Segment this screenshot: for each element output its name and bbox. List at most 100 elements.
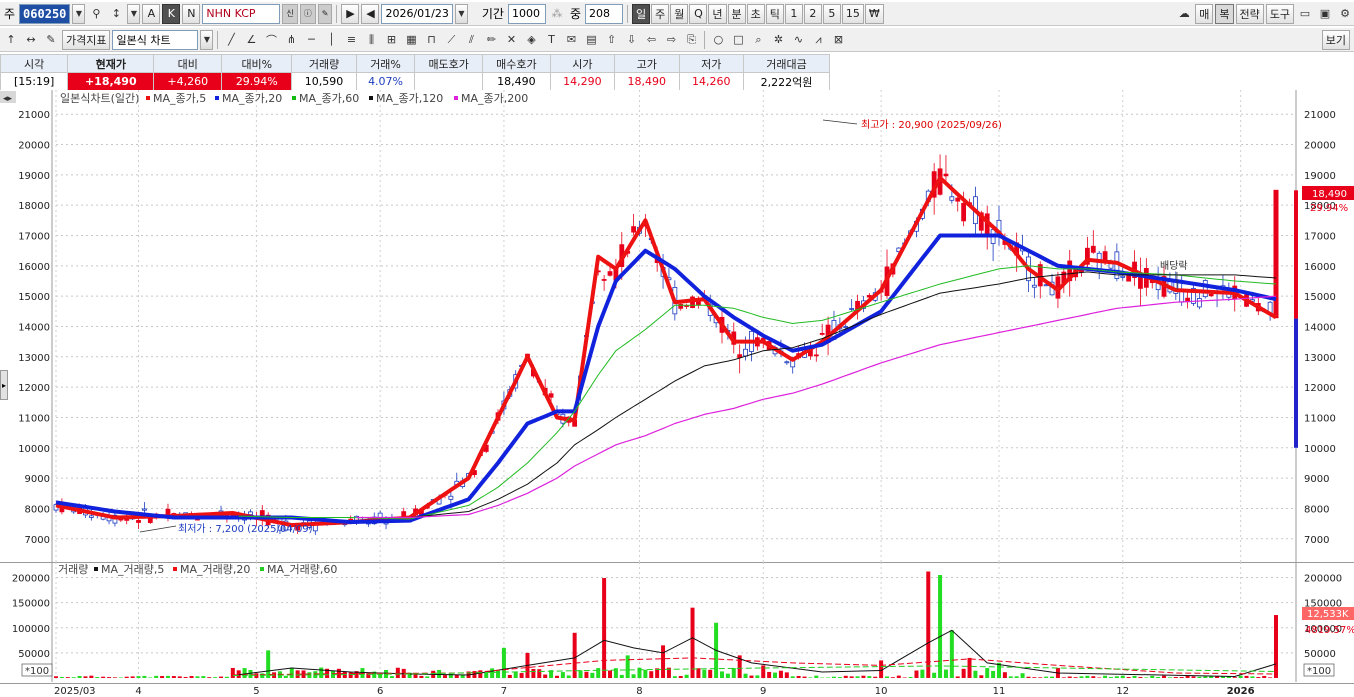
table-tool-icon[interactable]: ▦ xyxy=(402,30,420,50)
pan-icon[interactable]: ↔ xyxy=(22,30,40,50)
chart-type-dropdown-icon[interactable]: ▼ xyxy=(200,29,214,50)
memo-icon[interactable]: ✎ xyxy=(317,3,333,24)
strategy-menu[interactable]: 전략 xyxy=(1235,3,1264,24)
export-icon[interactable]: ⊠ xyxy=(829,30,847,50)
volume-bar xyxy=(943,669,948,678)
image-tool-icon[interactable]: ▤ xyxy=(582,30,600,50)
btn-n[interactable]: N xyxy=(182,3,201,24)
cycle-tool-icon[interactable]: ⊓ xyxy=(422,30,440,50)
price-indicator-button[interactable]: 가격지표 xyxy=(62,29,111,50)
text-tool-icon[interactable]: T xyxy=(542,30,560,50)
next-button[interactable]: ▶ xyxy=(341,3,360,24)
divider xyxy=(217,30,219,49)
y-tick-right: 13000 xyxy=(1304,353,1336,364)
cross-tool-icon[interactable]: ✕ xyxy=(502,30,520,50)
btn-k[interactable]: K xyxy=(162,3,181,24)
fan-tool-icon[interactable]: ⋔ xyxy=(282,30,300,50)
timeframe-button-9[interactable]: 2 xyxy=(803,3,822,24)
count-input[interactable]: 208 xyxy=(585,3,624,24)
x-tick-label: 10 xyxy=(875,686,888,697)
save-icon[interactable]: ▣ xyxy=(1316,4,1334,24)
link-icon[interactable]: 신 xyxy=(282,3,298,24)
timeframe-button-7[interactable]: 틱 xyxy=(765,3,784,24)
timeframe-button-1[interactable]: 주 xyxy=(651,3,670,24)
edit-icon[interactable]: ✎ xyxy=(42,30,60,50)
volume-bar xyxy=(1067,676,1072,678)
price-chart[interactable]: ◂▸ 7000 8000 9000 10000 11000 12000 13000 14000… xyxy=(0,90,1354,562)
tools-menu[interactable]: 도구 xyxy=(1265,3,1294,24)
y-tick-right: 7000 xyxy=(1304,535,1329,546)
trend-tool-icon[interactable]: ⟋ xyxy=(442,30,460,50)
sort-dropdown-icon[interactable]: ▼ xyxy=(127,3,141,24)
stock-name-field[interactable]: NHN KCP xyxy=(202,3,281,24)
search-icon[interactable]: ⚲ xyxy=(87,4,105,24)
header-amount: 거래대금 xyxy=(742,54,831,73)
quote-change: +4,260 xyxy=(153,72,223,91)
stock-code-dropdown-icon[interactable]: ▼ xyxy=(72,3,86,24)
volume-bar xyxy=(1132,675,1137,678)
wrench-icon[interactable]: ⚙ xyxy=(1336,4,1354,24)
view-button[interactable]: 보기 xyxy=(1321,29,1350,50)
folder-icon[interactable]: ▭ xyxy=(1296,4,1314,24)
timeframe-button-11[interactable]: 15 xyxy=(841,3,864,24)
grid-tool-icon[interactable]: ⊞ xyxy=(382,30,400,50)
volume-bar xyxy=(65,677,70,678)
candle-body xyxy=(955,197,961,202)
settings-icon[interactable]: ✲ xyxy=(769,30,787,50)
volume-bar xyxy=(1179,677,1184,678)
arrow-left-icon[interactable]: ⇦ xyxy=(642,30,660,50)
timeframe-button-2[interactable]: 월 xyxy=(670,3,689,24)
period-input[interactable]: 1000 xyxy=(507,3,546,24)
chart-type-select[interactable]: 일본식 차트 xyxy=(112,29,199,50)
channel-tool-icon[interactable]: ⫼ xyxy=(362,30,380,50)
btn-trade[interactable]: 매 xyxy=(1195,3,1214,24)
date-input[interactable]: 2026/01/23 xyxy=(381,3,453,24)
note-tool-icon[interactable]: ✉ xyxy=(562,30,580,50)
calendar-dropdown-icon[interactable]: ▼ xyxy=(454,3,468,24)
timeframe-button-8[interactable]: 1 xyxy=(784,3,803,24)
arrow-down-icon[interactable]: ⇩ xyxy=(622,30,640,50)
volume-bar xyxy=(519,673,524,678)
line-tool-icon[interactable]: ╱ xyxy=(222,30,240,50)
hline-tool-icon[interactable]: ─ xyxy=(302,30,320,50)
stock-code-input[interactable]: 060250 xyxy=(19,3,71,24)
volume-chart[interactable]: 50000 50000100000 100000150000 150000200000… xyxy=(0,562,1354,682)
btn-multi[interactable]: 복 xyxy=(1215,3,1234,24)
y-tick-left: 17000 xyxy=(18,232,50,243)
doc-icon[interactable]: ⎘ xyxy=(682,30,700,50)
pencil-tool-icon[interactable]: ✏ xyxy=(482,30,500,50)
timeframe-button-3[interactable]: Q xyxy=(689,3,708,24)
arc-tool-icon[interactable]: ⌒ xyxy=(262,30,280,50)
volume-bar xyxy=(454,675,459,678)
wave-icon[interactable]: ∿ xyxy=(789,30,807,50)
timeframe-button-6[interactable]: 초 xyxy=(746,3,765,24)
volume-bar xyxy=(537,669,542,678)
left-panel-grip-icon[interactable]: ▸ xyxy=(0,370,8,400)
prev-button[interactable]: ◀ xyxy=(361,3,380,24)
candle-body xyxy=(843,326,849,328)
vline-tool-icon[interactable]: │ xyxy=(322,30,340,50)
angle-tool-icon[interactable]: ∠ xyxy=(242,30,260,50)
rect-tool-icon[interactable]: □ xyxy=(729,30,747,50)
parallel-tool-icon[interactable]: ⫽ xyxy=(462,30,480,50)
circle-tool-icon[interactable]: ○ xyxy=(709,30,727,50)
timeframe-button-5[interactable]: 분 xyxy=(727,3,746,24)
arrow-right-icon[interactable]: ⇨ xyxy=(662,30,680,50)
timeframe-button-4[interactable]: 년 xyxy=(708,3,727,24)
cursor-icon[interactable]: ↑ xyxy=(2,30,20,50)
candle-body xyxy=(448,495,454,500)
mountain-icon[interactable]: ⩘ xyxy=(809,30,827,50)
grid-icon[interactable]: ⁂ xyxy=(548,4,566,24)
timeframe-button-12[interactable]: ₩ xyxy=(864,3,884,24)
btn-a[interactable]: A xyxy=(142,3,161,24)
timeframe-button-10[interactable]: 5 xyxy=(822,3,841,24)
timeframe-button-0[interactable]: 일 xyxy=(632,3,651,24)
paint-tool-icon[interactable]: ◈ xyxy=(522,30,540,50)
cloud-icon[interactable]: ☁ xyxy=(1175,4,1193,24)
fibo-tool-icon[interactable]: ≡ xyxy=(342,30,360,50)
sort-icon[interactable]: ↕ xyxy=(107,4,125,24)
y-tick-right: 8000 xyxy=(1304,504,1329,515)
arrow-up-icon[interactable]: ⇧ xyxy=(602,30,620,50)
info-icon[interactable]: ⓘ xyxy=(299,3,316,24)
zoom-icon[interactable]: ⌕ xyxy=(749,30,767,50)
